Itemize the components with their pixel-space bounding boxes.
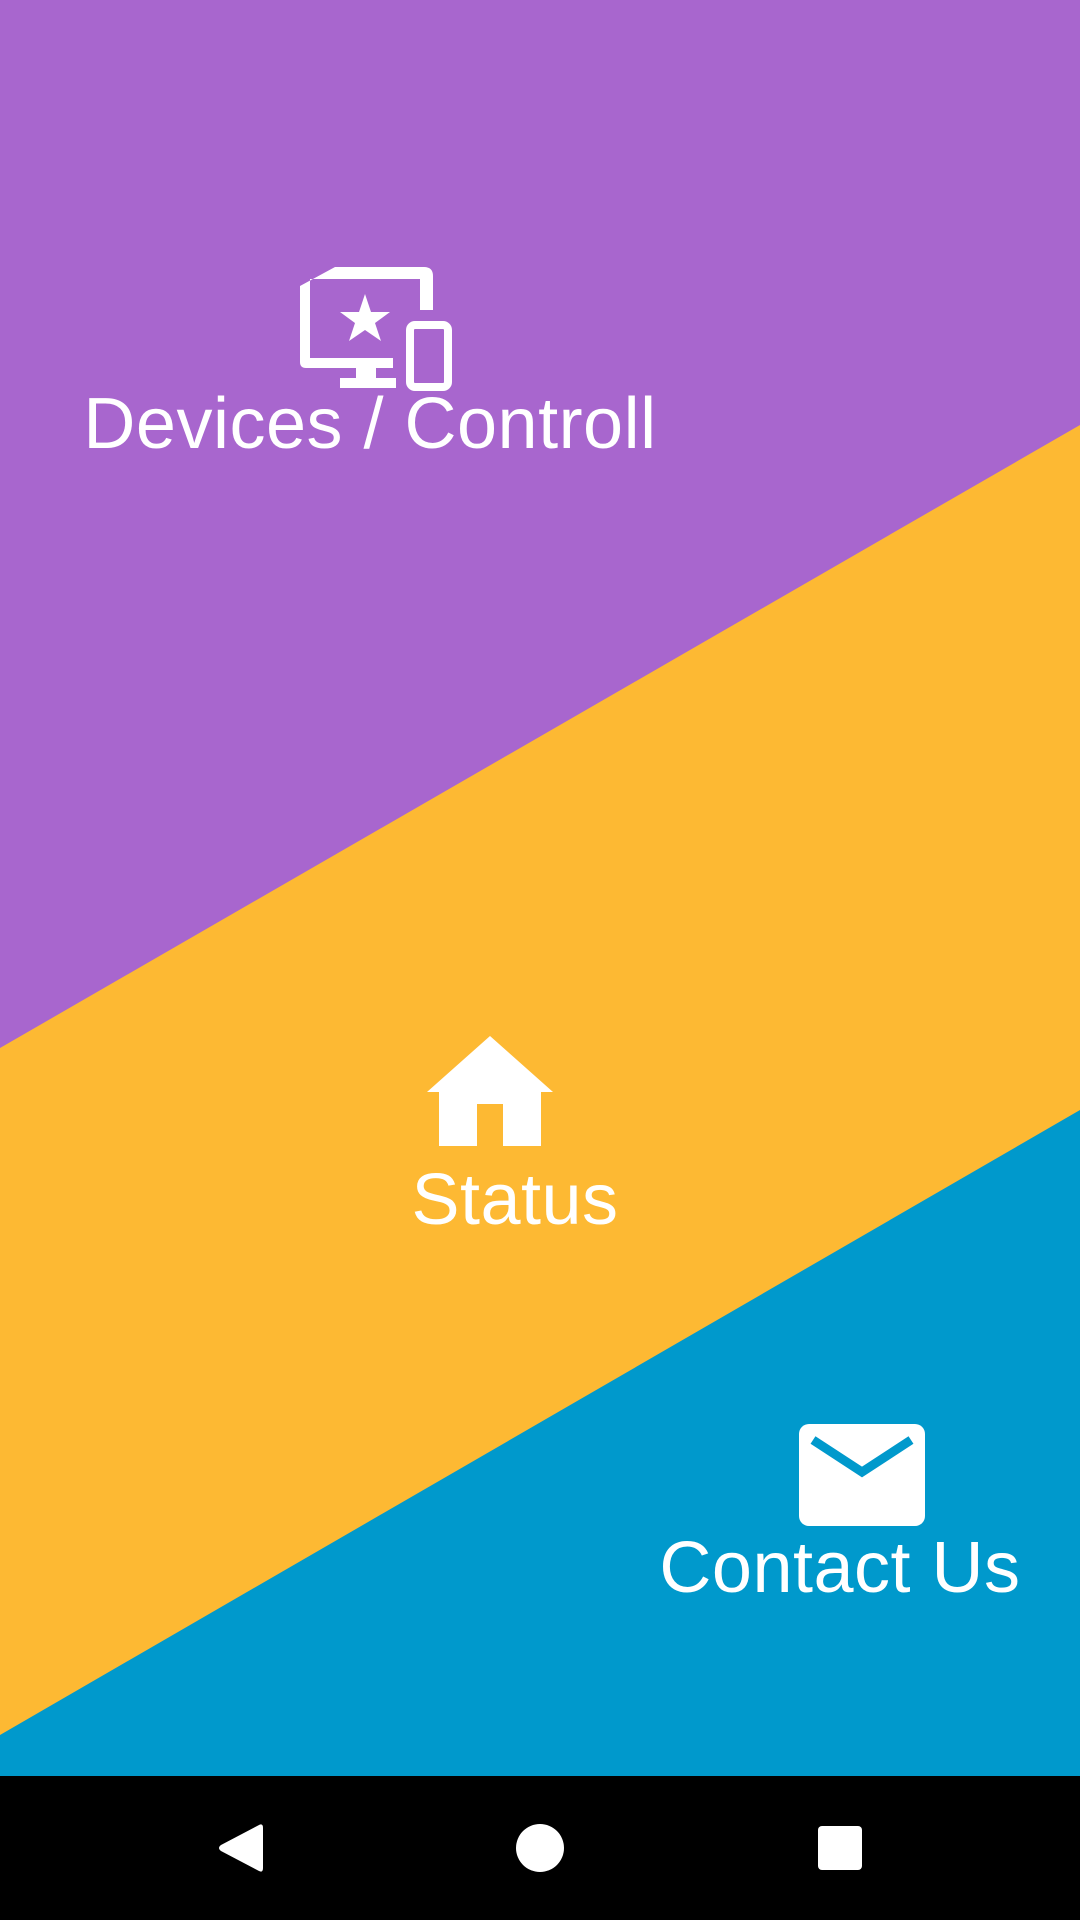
- status-tile[interactable]: Status: [400, 1036, 630, 1236]
- home-button[interactable]: [490, 1798, 590, 1898]
- status-label: Status: [411, 1160, 619, 1240]
- devices-controll-label: Devices / Controll: [83, 384, 657, 464]
- home-icon: [427, 1036, 553, 1146]
- devices-star-icon: [300, 267, 452, 391]
- navigation-bar: [0, 1776, 1080, 1920]
- contact-us-tile[interactable]: Contact Us: [655, 1424, 1025, 1604]
- home-screen: Devices / Controll Status Contact Us: [0, 0, 1080, 1920]
- back-triangle-icon: [219, 1824, 263, 1872]
- home-circle-icon: [516, 1824, 564, 1872]
- recents-square-icon: [818, 1826, 862, 1870]
- back-button[interactable]: [190, 1798, 290, 1898]
- devices-controll-tile[interactable]: Devices / Controll: [80, 264, 660, 460]
- contact-us-label: Contact Us: [659, 1528, 1021, 1608]
- mail-icon: [799, 1424, 925, 1526]
- recents-button[interactable]: [790, 1798, 890, 1898]
